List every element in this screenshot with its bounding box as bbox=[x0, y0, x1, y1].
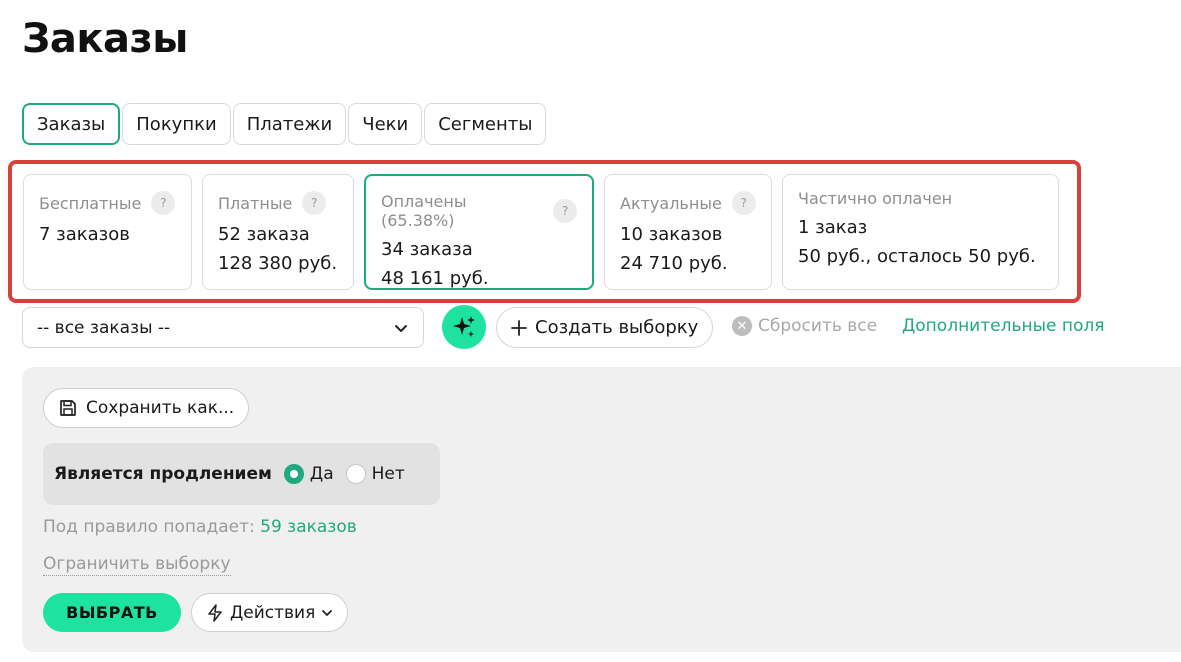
tab-segments[interactable]: Сегменты bbox=[424, 103, 547, 145]
card-free[interactable]: Бесплатные ? 7 заказов bbox=[23, 174, 192, 290]
floppy-disk-icon bbox=[60, 400, 76, 416]
card-count: 10 заказов bbox=[620, 224, 723, 245]
chevron-down-icon bbox=[322, 609, 333, 616]
renewal-rule: Является продлением Да Нет bbox=[43, 443, 440, 505]
radio-no-control[interactable] bbox=[345, 464, 366, 484]
radio-no[interactable]: Нет bbox=[345, 464, 405, 484]
tab-bar: Заказы Покупки Платежи Чеки Сегменты bbox=[22, 103, 547, 145]
card-sum: 128 380 руб. bbox=[218, 253, 338, 274]
orders-filter-select[interactable]: -- все заказы -- bbox=[22, 307, 424, 348]
create-selection-label: Создать выборку bbox=[535, 317, 699, 338]
page-title: Заказы bbox=[22, 16, 188, 62]
actions-label: Действия bbox=[230, 602, 316, 623]
create-selection-button[interactable]: Создать выборку bbox=[496, 307, 714, 348]
card-count: 34 заказа bbox=[381, 239, 473, 260]
card-sum: 24 710 руб. bbox=[620, 253, 728, 274]
extra-fields-link[interactable]: Дополнительные поля bbox=[902, 316, 1104, 336]
plus-icon bbox=[511, 319, 527, 336]
card-count: 7 заказов bbox=[39, 224, 130, 245]
radio-no-label: Нет bbox=[371, 464, 405, 484]
rule-label: Является продлением bbox=[54, 464, 272, 484]
radio-yes-control[interactable] bbox=[283, 464, 304, 484]
close-circle-icon: ✕ bbox=[732, 316, 752, 336]
save-as-button[interactable]: Сохранить как... bbox=[43, 388, 250, 428]
actions-dropdown-button[interactable]: Действия bbox=[191, 593, 349, 632]
tab-receipts[interactable]: Чеки bbox=[348, 103, 423, 145]
ai-sparkle-button[interactable] bbox=[442, 305, 486, 349]
sparkle-icon bbox=[453, 316, 475, 337]
match-count-link[interactable]: 59 заказов bbox=[260, 517, 357, 537]
choose-button[interactable]: ВЫБРАТЬ bbox=[43, 593, 181, 632]
card-sum: 50 руб., осталось 50 руб. bbox=[798, 246, 1036, 267]
card-paid[interactable]: Платные ? 52 заказа 128 380 руб. bbox=[202, 174, 354, 290]
card-actual[interactable]: Актуальные ? 10 заказов 24 710 руб. bbox=[604, 174, 772, 290]
save-as-label: Сохранить как... bbox=[86, 398, 235, 418]
card-title: Оплачены (65.38%) bbox=[381, 192, 467, 230]
help-icon[interactable]: ? bbox=[151, 191, 176, 215]
chevron-down-icon bbox=[395, 324, 407, 332]
card-sum: 48 161 руб. bbox=[381, 268, 489, 289]
card-title: Частично оплачен bbox=[798, 189, 953, 208]
help-icon[interactable]: ? bbox=[553, 199, 577, 223]
select-value: -- все заказы -- bbox=[37, 317, 171, 338]
help-icon[interactable]: ? bbox=[731, 191, 756, 215]
match-prefix: Под правило попадает: bbox=[43, 517, 255, 537]
card-title: Актуальные bbox=[620, 193, 722, 213]
card-paid-done[interactable]: Оплачены (65.38%) ? 34 заказа 48 161 руб… bbox=[364, 174, 594, 290]
reset-all-button[interactable]: ✕ Сбросить все bbox=[732, 316, 877, 336]
card-partial[interactable]: Частично оплачен 1 заказ 50 руб., остало… bbox=[782, 174, 1059, 290]
card-count: 1 заказ bbox=[798, 217, 868, 238]
card-title: Платные bbox=[218, 193, 293, 213]
tab-purchases[interactable]: Покупки bbox=[122, 103, 231, 145]
match-summary: Под правило попадает: 59 заказов bbox=[43, 517, 357, 537]
reset-all-label: Сбросить все bbox=[758, 316, 878, 336]
card-count: 52 заказа bbox=[218, 224, 310, 245]
limit-selection-link[interactable]: Ограничить выборку bbox=[43, 553, 231, 576]
card-title: Бесплатные bbox=[39, 193, 142, 213]
tab-payments[interactable]: Платежи bbox=[232, 103, 347, 145]
lightning-icon bbox=[208, 603, 222, 622]
radio-yes-label: Да bbox=[309, 464, 334, 484]
help-icon[interactable]: ? bbox=[302, 191, 327, 215]
radio-yes[interactable]: Да bbox=[283, 464, 334, 484]
tab-orders[interactable]: Заказы bbox=[22, 103, 121, 145]
